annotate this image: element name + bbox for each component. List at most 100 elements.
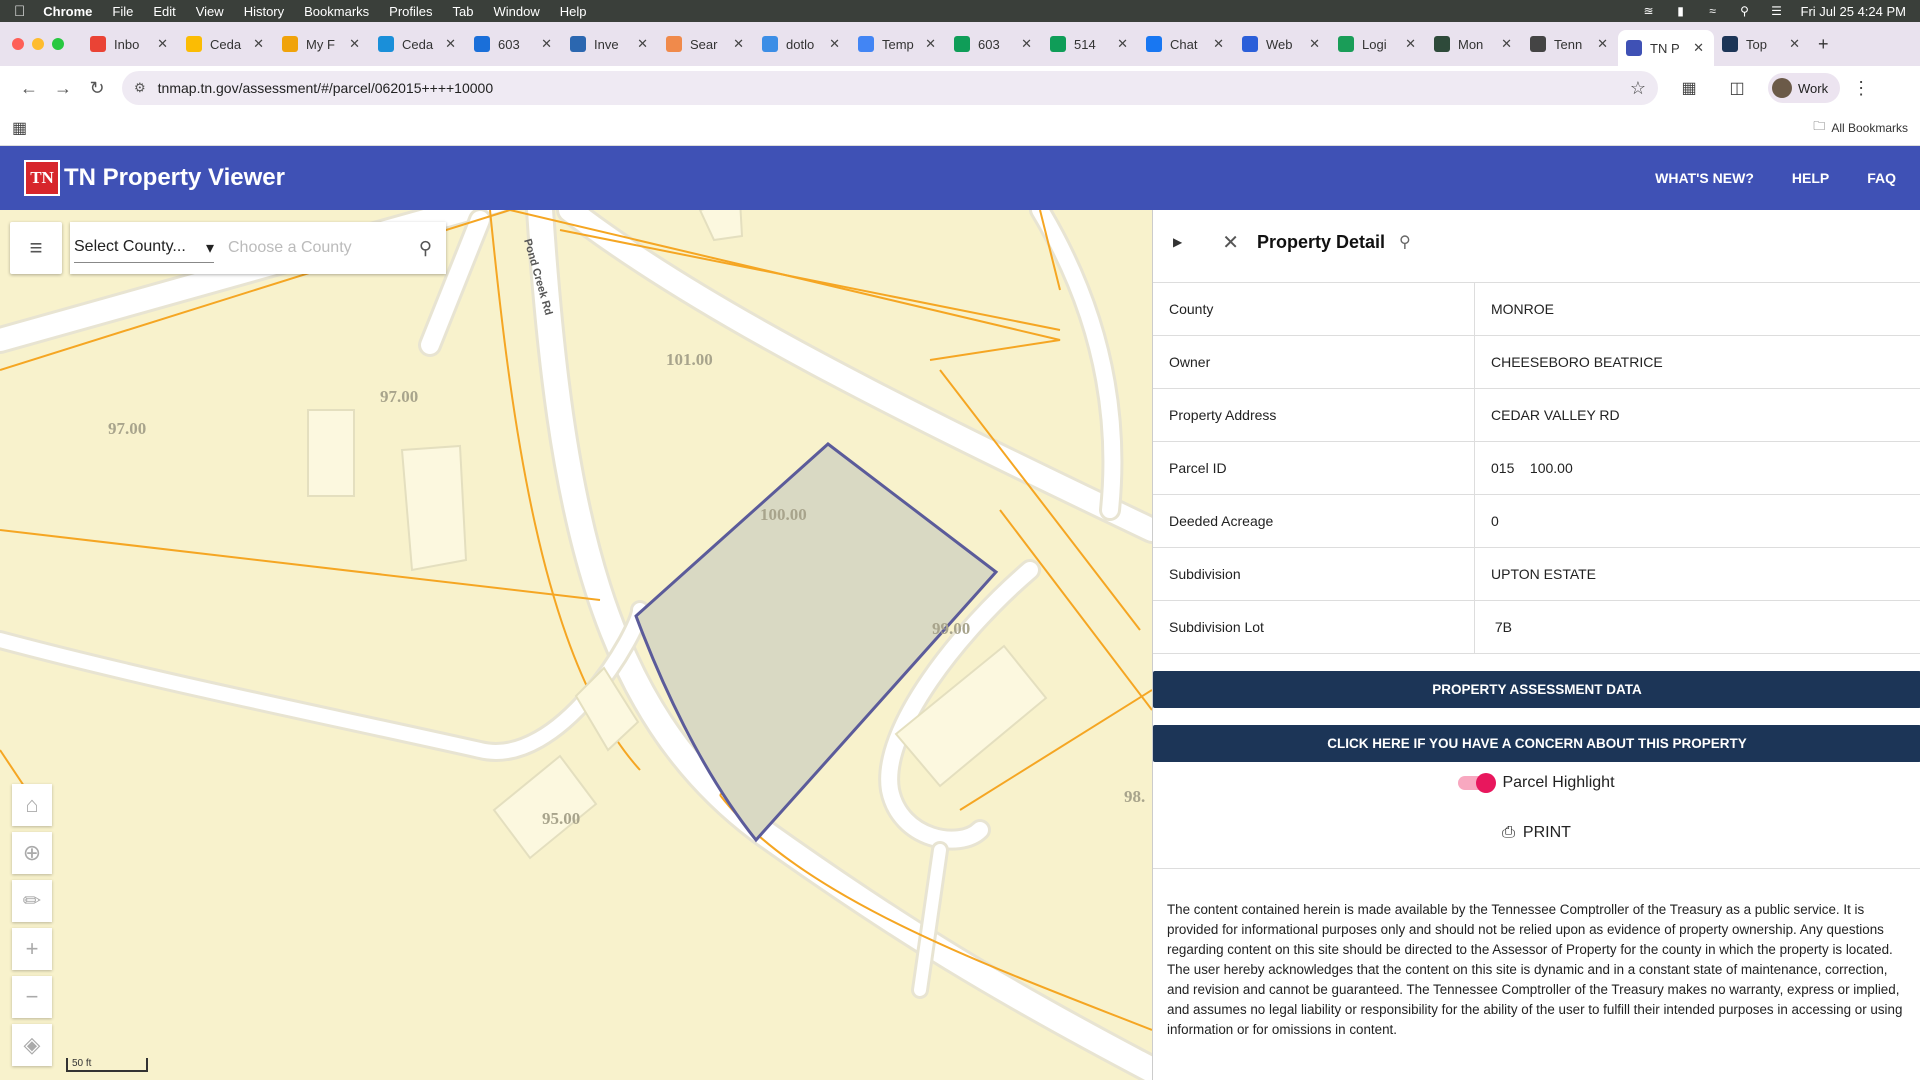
map-canvas[interactable]: 101.00 97.00 97.00 100.00 99.00 95.00 98… [0, 210, 1152, 1080]
menubar-clock[interactable]: Fri Jul 25 4:24 PM [1801, 4, 1907, 19]
zoom-in-icon[interactable]: + [12, 928, 52, 970]
extensions-icon[interactable]: ▦ [1672, 71, 1706, 105]
browser-tab[interactable]: Top ✕ [1714, 28, 1810, 60]
wifi-icon[interactable]: ≈ [1705, 4, 1721, 18]
close-window-button[interactable] [12, 38, 24, 50]
browser-tab[interactable]: Sear ✕ [658, 28, 754, 60]
profile-name: Work [1798, 80, 1829, 96]
close-icon[interactable]: ✕ [1222, 230, 1239, 255]
all-bookmarks-button[interactable]: 🗀 All Bookmarks [1813, 117, 1908, 138]
back-icon[interactable]: ← [12, 71, 46, 105]
tab-title: Logi [1362, 36, 1387, 52]
nav-help[interactable]: HELP [1792, 170, 1829, 186]
new-tab-button[interactable]: + [1818, 34, 1829, 55]
menu-chrome[interactable]: Chrome [43, 4, 92, 19]
cast-icon[interactable]: ◫ [1720, 71, 1754, 105]
browser-tab[interactable]: dotlo ✕ [754, 28, 850, 60]
browser-tab[interactable]: 603 ✕ [466, 28, 562, 60]
concern-button[interactable]: CLICK HERE IF YOU HAVE A CONCERN ABOUT T… [1153, 725, 1920, 762]
address-bar[interactable]: ⚙ tnmap.tn.gov/assessment/#/parcel/06201… [122, 71, 1658, 105]
close-tab-icon[interactable]: ✕ [925, 36, 936, 52]
measure-icon[interactable]: ✏ [12, 880, 52, 922]
browser-tab[interactable]: Web ✕ [1234, 28, 1330, 60]
county-select[interactable]: Select County... ▾ [74, 234, 214, 263]
detail-value: 0 [1491, 513, 1499, 529]
print-button[interactable]: ⎙ PRINT [1153, 824, 1920, 842]
collapse-caret-icon[interactable]: ▶ [1173, 235, 1182, 249]
menu-profiles[interactable]: Profiles [389, 4, 432, 19]
browser-menu-icon[interactable]: ⋮ [1852, 78, 1870, 99]
county-input[interactable]: Choose a County [228, 239, 352, 257]
close-tab-icon[interactable]: ✕ [541, 36, 552, 52]
site-info-icon[interactable]: ⚙ [134, 80, 146, 96]
close-tab-icon[interactable]: ✕ [157, 36, 168, 52]
locate-icon[interactable]: ⊕ [12, 832, 52, 874]
browser-tab[interactable]: Temp ✕ [850, 28, 946, 60]
nav-faq[interactable]: FAQ [1867, 170, 1896, 186]
menu-bookmarks[interactable]: Bookmarks [304, 4, 369, 19]
close-tab-icon[interactable]: ✕ [349, 36, 360, 52]
battery-icon[interactable]: ▮ [1673, 4, 1689, 18]
close-tab-icon[interactable]: ✕ [1693, 40, 1704, 56]
browser-tab[interactable]: Ceda ✕ [178, 28, 274, 60]
close-tab-icon[interactable]: ✕ [829, 36, 840, 52]
parcel-map[interactable]: 101.00 97.00 97.00 100.00 99.00 95.00 98… [0, 210, 1152, 1080]
parcel-highlight-toggle[interactable] [1458, 773, 1497, 793]
browser-tab[interactable]: 514 ✕ [1042, 28, 1138, 60]
minimize-window-button[interactable] [32, 38, 44, 50]
layer-list-icon[interactable]: ≡ [10, 222, 62, 274]
tab-favicon-icon [954, 36, 970, 52]
browser-tab[interactable]: Inbo ✕ [82, 28, 178, 60]
close-tab-icon[interactable]: ✕ [1597, 36, 1608, 52]
app-title[interactable]: TN Property Viewer [64, 164, 285, 192]
search-icon[interactable]: ⚲ [1399, 232, 1411, 252]
close-tab-icon[interactable]: ✕ [1501, 36, 1512, 52]
close-tab-icon[interactable]: ✕ [1213, 36, 1224, 52]
browser-tab[interactable]: Chat ✕ [1138, 28, 1234, 60]
apps-grid-icon[interactable]: ▦ [12, 118, 27, 138]
browser-tab[interactable]: Ceda ✕ [370, 28, 466, 60]
detail-row: Parcel ID 015 100.00 [1153, 442, 1920, 495]
reload-icon[interactable]: ↻ [80, 71, 114, 105]
url-text[interactable]: tnmap.tn.gov/assessment/#/parcel/062015+… [158, 80, 493, 96]
menu-history[interactable]: History [244, 4, 284, 19]
close-tab-icon[interactable]: ✕ [1789, 36, 1800, 52]
tn-logo[interactable]: TN [24, 160, 60, 196]
zoom-window-button[interactable] [52, 38, 64, 50]
menu-edit[interactable]: Edit [153, 4, 175, 19]
spotlight-icon[interactable]: ⚲ [1737, 4, 1753, 18]
close-tab-icon[interactable]: ✕ [1309, 36, 1320, 52]
menu-window[interactable]: Window [494, 4, 540, 19]
nav-whats-new[interactable]: WHAT'S NEW? [1655, 170, 1754, 186]
forward-icon[interactable]: → [46, 71, 80, 105]
browser-tab[interactable]: TN P ✕ [1618, 30, 1714, 66]
menu-tab[interactable]: Tab [453, 4, 474, 19]
close-tab-icon[interactable]: ✕ [733, 36, 744, 52]
menu-help[interactable]: Help [560, 4, 587, 19]
browser-tab[interactable]: Mon ✕ [1426, 28, 1522, 60]
profile-button[interactable]: Work [1768, 73, 1841, 103]
close-tab-icon[interactable]: ✕ [445, 36, 456, 52]
assessment-data-button[interactable]: PROPERTY ASSESSMENT DATA [1153, 671, 1920, 708]
browser-tab[interactable]: 603 ✕ [946, 28, 1042, 60]
apple-icon[interactable]:  [14, 3, 25, 20]
browser-tab[interactable]: Inve ✕ [562, 28, 658, 60]
close-tab-icon[interactable]: ✕ [1405, 36, 1416, 52]
close-tab-icon[interactable]: ✕ [1117, 36, 1128, 52]
control-center-icon[interactable]: ☰ [1769, 4, 1785, 18]
close-tab-icon[interactable]: ✕ [637, 36, 648, 52]
home-icon[interactable]: ⌂ [12, 784, 52, 826]
menu-view[interactable]: View [196, 4, 224, 19]
layers-icon[interactable]: ◈ [12, 1024, 52, 1066]
status-app-icon[interactable]: ≊ [1641, 4, 1657, 18]
bookmark-star-icon[interactable]: ☆ [1630, 78, 1646, 99]
zoom-out-icon[interactable]: − [12, 976, 52, 1018]
close-tab-icon[interactable]: ✕ [253, 36, 264, 52]
browser-tab[interactable]: Tenn ✕ [1522, 28, 1618, 60]
browser-tab[interactable]: My F ✕ [274, 28, 370, 60]
close-tab-icon[interactable]: ✕ [1021, 36, 1032, 52]
browser-tab[interactable]: Logi ✕ [1330, 28, 1426, 60]
search-icon[interactable]: ⚲ [419, 238, 432, 259]
tab-title: Mon [1458, 36, 1484, 52]
menu-file[interactable]: File [112, 4, 133, 19]
